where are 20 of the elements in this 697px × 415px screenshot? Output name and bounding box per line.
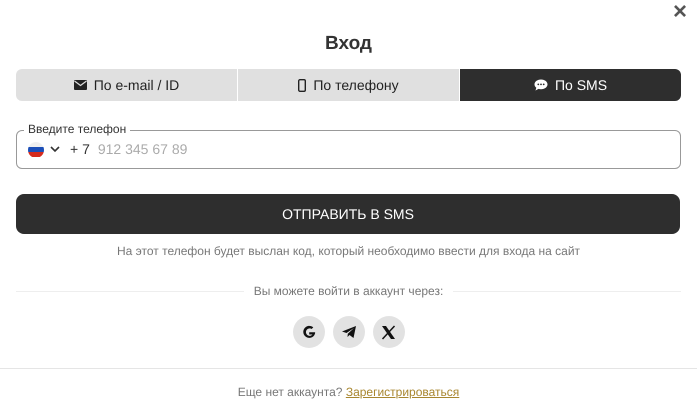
login-tab[interactable]: По e-mail / ID xyxy=(16,69,237,101)
google-icon[interactable] xyxy=(292,316,324,348)
smartphone-icon xyxy=(298,78,306,92)
field-label: Введите телефон xyxy=(24,122,130,136)
envelope-icon xyxy=(74,80,87,90)
x-logo-icon[interactable] xyxy=(372,316,404,348)
close-button[interactable]: × xyxy=(668,0,691,24)
phone-input[interactable]: 912 345 67 89 xyxy=(98,139,279,160)
chevron-down-icon[interactable] xyxy=(50,146,60,153)
login-tab[interactable]: По SMS xyxy=(459,69,681,101)
country-code: + 7 xyxy=(70,140,90,159)
paper-plane-icon[interactable] xyxy=(332,316,364,348)
login-tab[interactable]: По телефону xyxy=(237,69,459,101)
footer-text: Еще нет аккаунта? xyxy=(238,385,342,399)
chat-bubble-icon xyxy=(534,79,548,91)
send-sms-button[interactable]: ОТПРАВИТЬ В SMS xyxy=(16,194,680,234)
social-caption: Вы можете войти в аккаунт через: xyxy=(254,283,444,300)
russia-flag-icon[interactable] xyxy=(28,142,44,158)
dialog-title: Вход xyxy=(325,32,372,56)
hint-text: На этот телефон будет выслан код, который необходимо ввести для входа на сайт xyxy=(116,243,582,260)
